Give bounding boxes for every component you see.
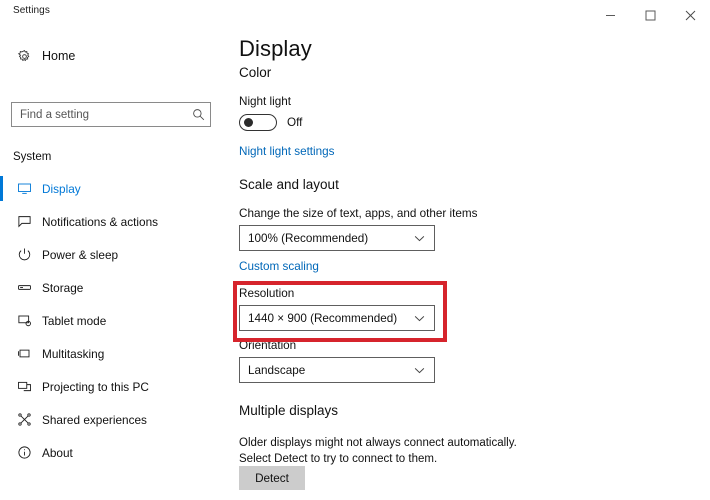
search-icon — [186, 108, 210, 121]
gear-icon — [9, 49, 39, 64]
resolution-dropdown-value: 1440 × 900 (Recommended) — [248, 311, 398, 325]
monitor-icon — [9, 181, 39, 196]
selection-indicator — [0, 308, 3, 333]
sidebar-item-tablet-mode[interactable]: Tablet mode — [0, 304, 228, 337]
multiple-displays-description: Older displays might not always connect … — [239, 437, 517, 465]
notification-icon — [9, 214, 39, 229]
sidebar-nav-list: Display Notifications & actions Power & … — [0, 172, 228, 469]
storage-icon — [9, 280, 39, 295]
sidebar: Home System Display — [0, 31, 228, 500]
sidebar-group-header: System — [13, 151, 52, 163]
sidebar-home-label: Home — [42, 49, 76, 63]
maximize-icon[interactable] — [630, 0, 670, 31]
sidebar-item-label: Projecting to this PC — [42, 379, 149, 394]
sidebar-item-label: Notifications & actions — [42, 214, 159, 229]
close-icon[interactable] — [670, 0, 710, 31]
sidebar-item-label: Display — [42, 181, 81, 196]
sidebar-item-notifications-actions[interactable]: Notifications & actions — [0, 205, 228, 238]
custom-scaling-link[interactable]: Custom scaling — [239, 260, 319, 273]
sidebar-item-display[interactable]: Display — [0, 172, 228, 205]
main-content: Display Color Night light Off Night ligh… — [228, 31, 710, 500]
night-light-label: Night light — [239, 95, 291, 108]
sidebar-item-power-sleep[interactable]: Power & sleep — [0, 238, 228, 271]
minimize-icon[interactable] — [590, 0, 630, 31]
night-light-settings-link[interactable]: Night light settings — [239, 145, 335, 158]
search-input[interactable] — [12, 103, 186, 126]
toggle-knob — [244, 118, 253, 127]
shared-icon — [9, 412, 39, 427]
selection-indicator — [0, 407, 3, 432]
resolution-label: Resolution — [239, 287, 295, 300]
sidebar-item-label: Storage — [42, 280, 84, 295]
sidebar-item-shared-experiences[interactable]: Shared experiences — [0, 403, 228, 436]
tablet-icon — [9, 313, 39, 328]
selection-indicator — [0, 242, 3, 267]
info-icon — [9, 445, 39, 460]
sidebar-item-home[interactable]: Home — [0, 42, 228, 70]
selection-indicator — [0, 275, 3, 300]
night-light-toggle[interactable] — [239, 114, 277, 131]
detect-button[interactable]: Detect — [239, 466, 305, 490]
night-light-state: Off — [287, 116, 303, 129]
window-controls — [590, 0, 710, 31]
section-title-multiple-displays: Multiple displays — [239, 403, 339, 418]
scale-dropdown[interactable]: 100% (Recommended) — [239, 225, 435, 251]
sidebar-item-about[interactable]: About — [0, 436, 228, 469]
scale-label: Change the size of text, apps, and other… — [239, 207, 478, 220]
chevron-down-icon — [414, 235, 434, 242]
multitasking-icon — [9, 346, 39, 361]
resolution-dropdown[interactable]: 1440 × 900 (Recommended) — [239, 305, 435, 331]
window-title: Settings — [13, 5, 50, 16]
power-icon — [9, 247, 39, 262]
chevron-down-icon — [414, 367, 434, 374]
selection-indicator — [0, 209, 3, 234]
section-title-scale-and-layout: Scale and layout — [239, 177, 339, 192]
search-box[interactable] — [11, 102, 211, 127]
selection-indicator — [0, 176, 3, 201]
orientation-dropdown-value: Landscape — [248, 363, 306, 377]
sidebar-item-label: Shared experiences — [42, 412, 147, 427]
sidebar-item-storage[interactable]: Storage — [0, 271, 228, 304]
sidebar-item-label: Multitasking — [42, 346, 105, 361]
chevron-down-icon — [414, 315, 434, 322]
projecting-icon — [9, 379, 39, 394]
sidebar-item-multitasking[interactable]: Multitasking — [0, 337, 228, 370]
section-title-color: Color — [239, 65, 272, 80]
selection-indicator — [0, 374, 3, 399]
sidebar-item-label: Power & sleep — [42, 247, 119, 262]
sidebar-item-label: Tablet mode — [42, 313, 107, 328]
orientation-dropdown[interactable]: Landscape — [239, 357, 435, 383]
selection-indicator — [0, 341, 3, 366]
page-title: Display — [239, 36, 312, 61]
sidebar-item-label: About — [42, 445, 73, 460]
selection-indicator — [0, 440, 3, 465]
scale-dropdown-value: 100% (Recommended) — [248, 231, 369, 245]
title-bar: Settings — [0, 0, 710, 31]
orientation-label: Orientation — [239, 339, 297, 352]
sidebar-item-projecting-to-this-pc[interactable]: Projecting to this PC — [0, 370, 228, 403]
